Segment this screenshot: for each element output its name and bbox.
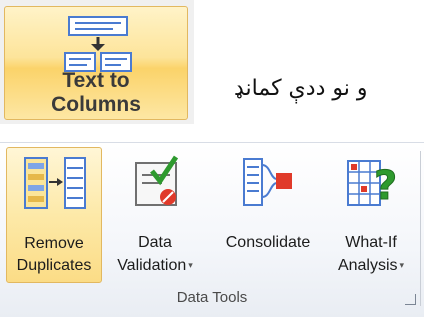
text-to-columns-icon (64, 16, 132, 72)
data-validation-label-line2: Validation ▾ (117, 257, 193, 274)
data-validation-label-line1: Data (138, 234, 172, 251)
dialog-launcher-icon[interactable] (405, 294, 416, 305)
remove-duplicates-label-line2: Duplicates (16, 257, 92, 274)
group-label: Data Tools (176, 289, 248, 306)
data-validation-button[interactable]: Data Validation ▾ (104, 147, 206, 283)
what-if-analysis-icon: ? (347, 160, 398, 210)
remove-duplicates-button[interactable]: Remove Duplicates (6, 147, 102, 283)
text-to-columns-label-line2: Columns (51, 93, 141, 116)
what-if-analysis-label-line2: Analysis ▾ (337, 257, 405, 274)
svg-text:?: ? (374, 163, 397, 209)
text-to-columns-label-line1: Text to (62, 69, 130, 92)
chevron-down-icon[interactable]: ▾ (400, 260, 405, 270)
consolidate-icon (243, 158, 292, 206)
text-to-columns-area: Text to Columns (0, 0, 194, 124)
group-separator (420, 151, 421, 306)
pashto-caption: و نو ددې كمانډ (234, 76, 368, 101)
data-validation-icon (135, 155, 179, 206)
remove-duplicates-label-line1: Remove (24, 235, 84, 252)
text-to-columns-button[interactable]: Text to Columns (4, 6, 188, 120)
what-if-analysis-button[interactable]: ? What-If Analysis ▾ (328, 147, 414, 283)
consolidate-button[interactable]: Consolidate (210, 147, 326, 283)
consolidate-label: Consolidate (225, 234, 311, 251)
remove-duplicates-icon (24, 157, 86, 209)
what-if-analysis-label-line1: What-If (345, 234, 397, 251)
chevron-down-icon[interactable]: ▾ (188, 260, 193, 270)
data-tools-group: Remove Duplicates Data Validation ▾ Conso… (0, 142, 424, 317)
